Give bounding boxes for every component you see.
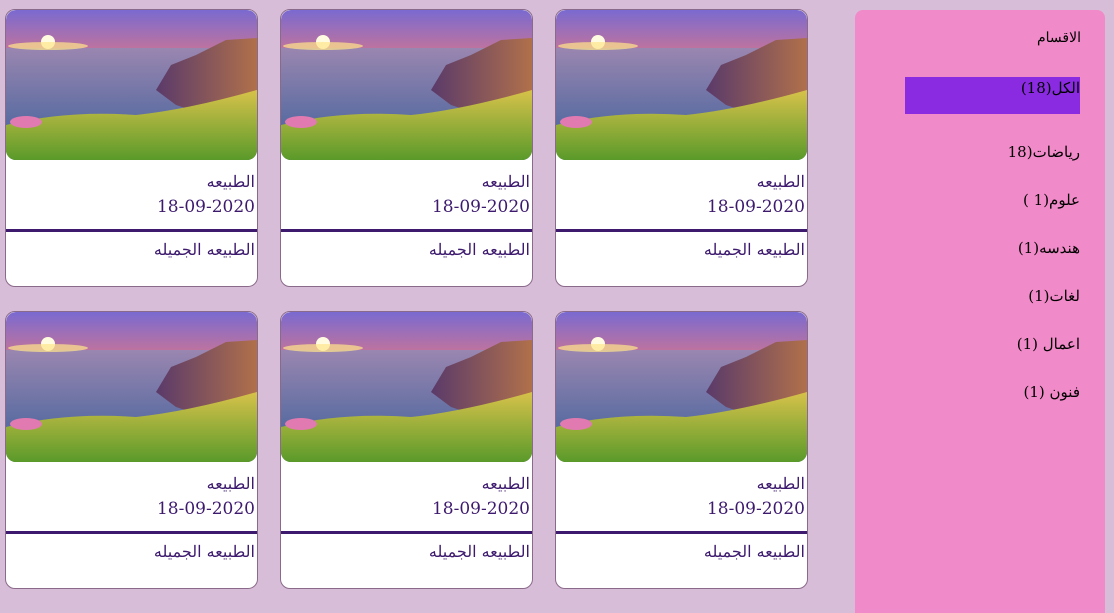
category-engineering[interactable]: هندسه(1) [905, 237, 1080, 274]
card-divider [281, 531, 532, 534]
category-languages[interactable]: لغات(1) [905, 285, 1080, 322]
card-caption: الطبيعه الجميله [428, 240, 530, 259]
card-caption: الطبيعه الجميله [703, 542, 805, 561]
card-caption: الطبيعه الجميله [703, 240, 805, 259]
categories-sidebar: الاقسام الكل(18) رياضات(18 علوم(1 ) هندس… [855, 10, 1105, 613]
card-date: 18-09-2020 [706, 197, 805, 217]
card-caption: الطبيعه الجميله [153, 542, 255, 561]
card-category: الطبيعه [206, 172, 255, 191]
post-card[interactable]: الطبيعه 18-09-2020 الطبيعه الجميله [5, 9, 258, 287]
card-date: 18-09-2020 [706, 499, 805, 519]
card-caption: الطبيعه الجميله [153, 240, 255, 259]
post-card[interactable]: الطبيعه 18-09-2020 الطبيعه الجميله [280, 311, 533, 589]
card-category: الطبيعه [206, 474, 255, 493]
card-category: الطبيعه [756, 172, 805, 191]
landscape-image [556, 312, 807, 462]
card-divider [6, 229, 257, 232]
category-science[interactable]: علوم(1 ) [905, 189, 1080, 226]
post-card[interactable]: الطبيعه 18-09-2020 الطبيعه الجميله [555, 311, 808, 589]
card-divider [281, 229, 532, 232]
landscape-image [281, 312, 532, 462]
category-arts[interactable]: فنون (1) [905, 381, 1081, 418]
card-date: 18-09-2020 [156, 197, 255, 217]
post-card[interactable]: الطبيعه 18-09-2020 الطبيعه الجميله [555, 9, 808, 287]
card-divider [556, 531, 807, 534]
card-date: 18-09-2020 [431, 499, 530, 519]
post-card[interactable]: الطبيعه 18-09-2020 الطبيعه الجميله [280, 9, 533, 287]
card-category: الطبيعه [481, 474, 530, 493]
card-date: 18-09-2020 [431, 197, 530, 217]
landscape-image [6, 312, 257, 462]
category-business[interactable]: اعمال (1) [905, 333, 1080, 370]
card-category: الطبيعه [756, 474, 805, 493]
category-sports[interactable]: رياضات(18 [905, 141, 1080, 178]
card-divider [556, 229, 807, 232]
post-card[interactable]: الطبيعه 18-09-2020 الطبيعه الجميله [5, 311, 258, 589]
landscape-image [556, 10, 807, 160]
landscape-image [6, 10, 257, 160]
card-category: الطبيعه [481, 172, 530, 191]
category-all[interactable]: الكل(18) [905, 77, 1080, 114]
card-date: 18-09-2020 [156, 499, 255, 519]
card-divider [6, 531, 257, 534]
card-caption: الطبيعه الجميله [428, 542, 530, 561]
landscape-image [281, 10, 532, 160]
sidebar-title: الاقسام [1037, 30, 1081, 46]
